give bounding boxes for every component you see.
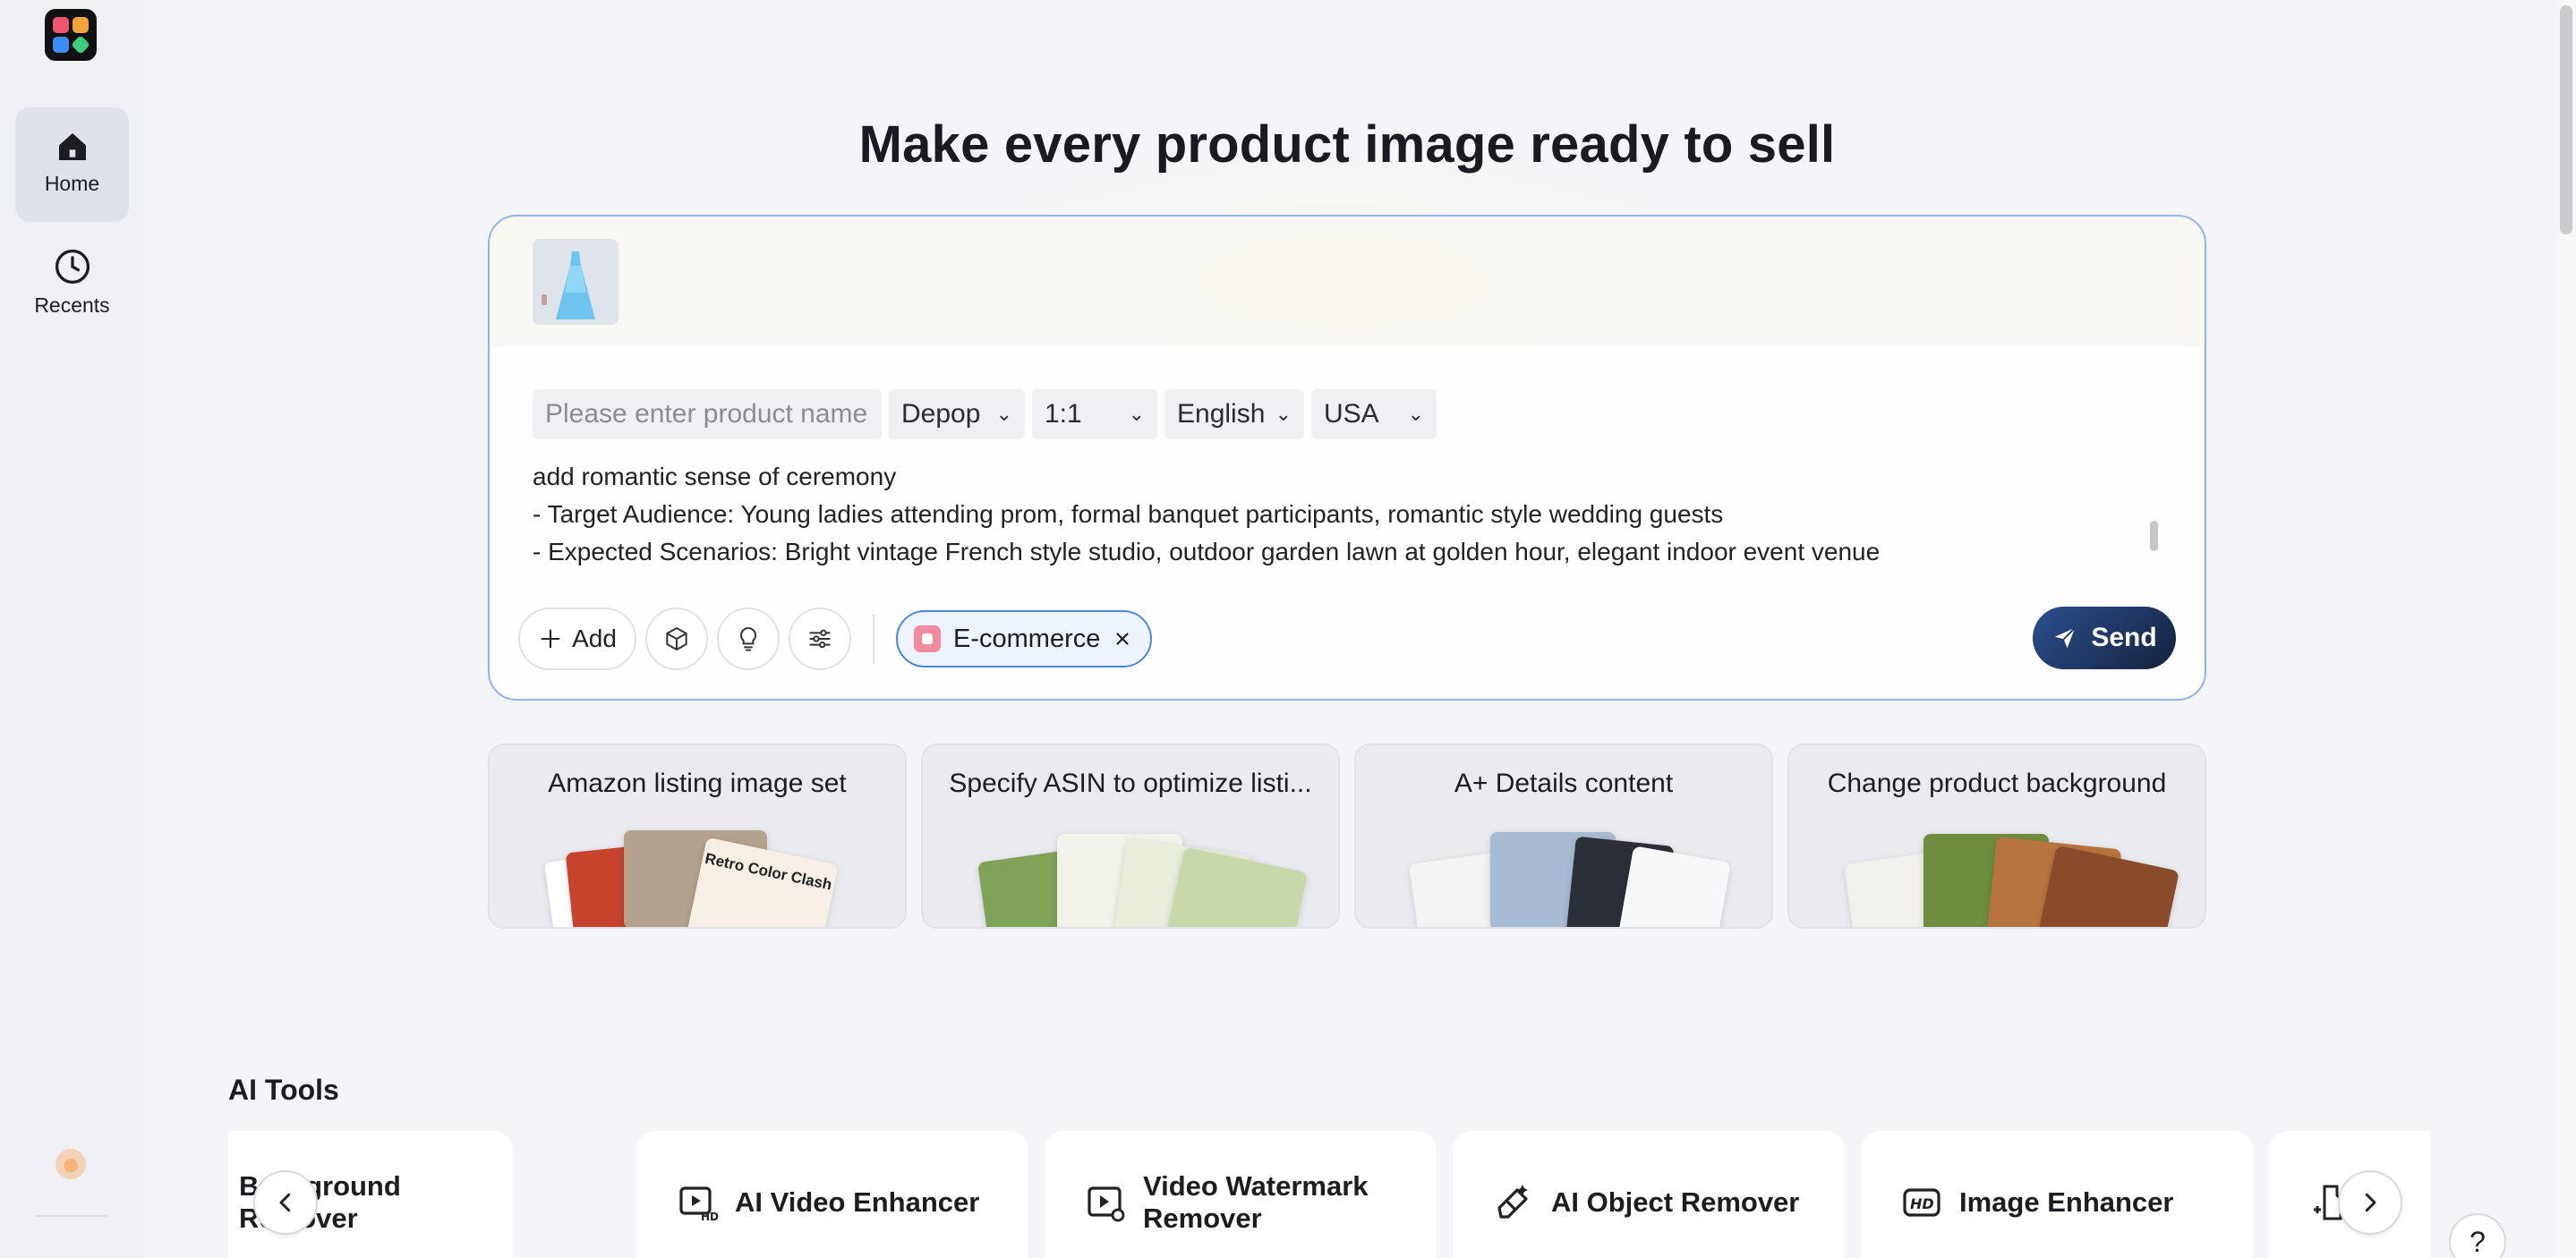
platform-select[interactable]: Depop ⌄ <box>889 389 1025 439</box>
sidebar-item-label: Home <box>44 172 100 195</box>
send-button-label: Send <box>2091 623 2157 652</box>
toolbar-divider <box>873 614 874 664</box>
card-preview-image <box>1356 827 1771 927</box>
chip-label: E-commerce <box>953 624 1101 653</box>
region-select[interactable]: USA ⌄ <box>1311 389 1437 439</box>
close-icon[interactable] <box>1113 629 1132 649</box>
card-title: Specify ASIN to optimize listi... <box>949 769 1312 798</box>
sliders-icon <box>809 629 831 649</box>
tool-card-image-enhancer[interactable]: HD Image Enhancer <box>1861 1131 2253 1258</box>
user-avatar[interactable] <box>55 1149 86 1179</box>
add-button-label: Add <box>572 625 617 652</box>
chevron-down-icon: ⌄ <box>1128 403 1145 425</box>
product-name-field[interactable] <box>533 389 882 439</box>
sidebar-item-recents[interactable]: Recents <box>15 225 129 340</box>
template-card-a-plus-content[interactable]: A+ Details content <box>1354 744 1773 929</box>
sidebar-divider <box>36 1215 107 1217</box>
paper-plane-icon <box>2055 627 2077 649</box>
prompt-line: - Expected Scenarios: Bright vintage Fre… <box>533 538 1881 565</box>
ai-tools-carousel: Background Remover HD AI Video Enhancer … <box>228 1131 2430 1258</box>
tool-card-ai-object-remover[interactable]: AI Object Remover <box>1453 1131 1845 1258</box>
ratio-select[interactable]: 1:1 ⌄ <box>1032 389 1157 439</box>
platform-value: Depop <box>901 399 981 429</box>
dress-image <box>533 239 618 325</box>
lightbulb-icon <box>739 626 757 651</box>
sidebar-item-label: Recents <box>34 293 110 317</box>
plus-icon <box>541 629 560 649</box>
hd-icon: HD <box>1903 1188 1941 1217</box>
sidebar-item-home[interactable]: Home <box>15 107 129 222</box>
product-name-input[interactable] <box>545 399 869 429</box>
ratio-value: 1:1 <box>1045 399 1082 429</box>
tool-label: Image Enhancer <box>1959 1186 2174 1218</box>
chevron-down-icon: ⌄ <box>995 403 1012 425</box>
send-button[interactable]: Send <box>2033 607 2176 669</box>
tool-label: Video Watermark Remover <box>1143 1170 1369 1234</box>
carousel-next-button[interactable] <box>2338 1170 2402 1235</box>
prompt-textarea[interactable]: add romantic sense of ceremony - Target … <box>533 458 2126 571</box>
ecommerce-icon <box>914 625 941 652</box>
language-select[interactable]: English ⌄ <box>1164 389 1304 439</box>
page-scrollbar-thumb[interactable] <box>2560 5 2572 234</box>
ecommerce-chip[interactable]: E-commerce <box>896 610 1153 667</box>
card-preview-image: Retro Color Clash <box>490 827 905 927</box>
template-cards: Amazon listing image set Retro Color Cla… <box>488 744 2206 929</box>
uploaded-product-thumbnail[interactable] <box>533 239 618 325</box>
card-preview-image <box>923 827 1338 927</box>
video-watermark-icon <box>1088 1186 1125 1222</box>
prompt-composer: Depop ⌄ 1:1 ⌄ English ⌄ USA ⌄ add romant… <box>488 215 2206 701</box>
prompt-line: add romantic sense of ceremony <box>533 463 897 490</box>
card-title: A+ Details content <box>1454 769 1674 798</box>
tool-card-video-watermark-remover[interactable]: Video Watermark Remover <box>1045 1131 1437 1258</box>
home-icon <box>58 133 86 160</box>
sidebar: Home Recents <box>0 0 143 1258</box>
clock-icon <box>55 249 90 285</box>
template-card-asin-optimize[interactable]: Specify ASIN to optimize listi... <box>921 744 1340 929</box>
add-button[interactable]: Add <box>518 608 636 670</box>
ai-tools-heading: AI Tools <box>228 1074 339 1106</box>
tool-label: AI Object Remover <box>1551 1186 1800 1218</box>
video-hd-icon: HD <box>679 1186 719 1223</box>
tool-card-ai-video-enhancer[interactable]: HD AI Video Enhancer <box>636 1131 1028 1258</box>
inspiration-button[interactable] <box>717 608 780 670</box>
prompt-scrollbar[interactable] <box>2150 521 2158 551</box>
app-logo[interactable] <box>45 9 97 61</box>
settings-row: Depop ⌄ 1:1 ⌄ English ⌄ USA ⌄ <box>533 389 1437 439</box>
tool-label: AI Video Enhancer <box>735 1186 980 1218</box>
product-box-button[interactable] <box>645 608 708 670</box>
card-art-caption: Retro Color Clash <box>687 837 839 927</box>
chevron-down-icon: ⌄ <box>1407 403 1424 425</box>
carousel-prev-button[interactable] <box>253 1170 318 1235</box>
chevron-left-icon <box>279 1193 291 1212</box>
chevron-right-icon <box>2365 1193 2376 1212</box>
template-card-amazon-listing[interactable]: Amazon listing image set Retro Color Cla… <box>488 744 907 929</box>
help-button[interactable]: ? <box>2449 1213 2506 1258</box>
composer-toolbar: Add E-commerce <box>518 607 1153 671</box>
cube-icon <box>666 627 687 650</box>
card-title: Change product background <box>1827 769 2167 798</box>
card-preview-image <box>1789 827 2205 927</box>
chevron-down-icon: ⌄ <box>1275 403 1292 425</box>
svg-text:HD: HD <box>1910 1195 1934 1212</box>
eraser-icon <box>1497 1185 1528 1219</box>
settings-button[interactable] <box>789 608 851 670</box>
card-title: Amazon listing image set <box>548 769 847 798</box>
language-value: English <box>1177 399 1266 429</box>
region-value: USA <box>1324 399 1379 429</box>
template-card-change-background[interactable]: Change product background <box>1787 744 2206 929</box>
page-title: Make every product image ready to sell <box>858 115 1836 174</box>
prompt-line: - Target Audience: Young ladies attendin… <box>533 500 1724 528</box>
svg-text:HD: HD <box>701 1211 719 1223</box>
